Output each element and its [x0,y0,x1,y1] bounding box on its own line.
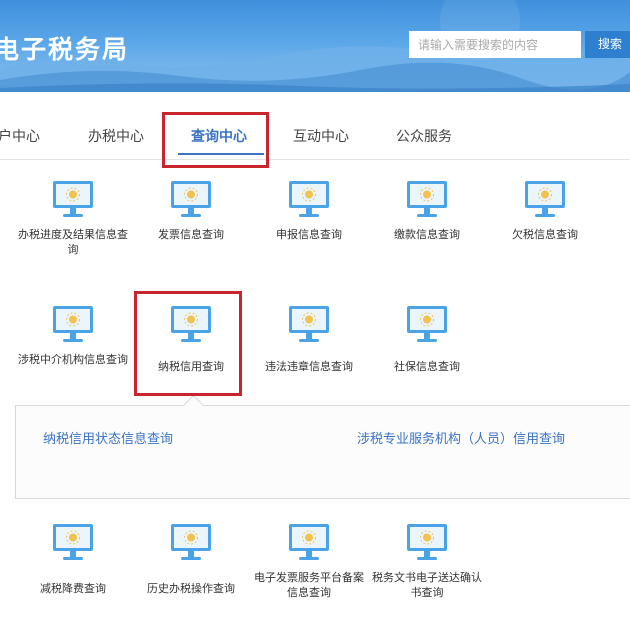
tab-public-services[interactable]: 公众服务 [396,126,452,146]
monitor-icon [171,524,211,560]
tile-label: 减税降费查询 [40,582,106,595]
query-tile-arrears[interactable]: 欠税信息查询 [487,180,603,242]
tax-credit-highlight-box [134,291,242,396]
monitor-icon [53,524,93,560]
monitor-icon [525,181,565,217]
search-button[interactable]: 搜索 [585,31,630,58]
query-tile-invoice[interactable]: 发票信息查询 [133,180,249,242]
monitor-icon [407,524,447,560]
credit-status-query-link[interactable]: 纳税信用状态信息查询 [43,428,173,447]
search-input[interactable] [409,31,581,58]
monitor-icon [407,181,447,217]
site-title: 电子税务局 [0,35,130,64]
subpanel-pointer [182,394,205,417]
query-tile-agency[interactable]: 涉税中介机构信息查询 [15,305,131,367]
tab-interaction-center[interactable]: 互动中心 [293,126,349,146]
tile-label: 社保信息查询 [394,360,460,373]
monitor-icon [53,181,93,217]
monitor-icon [407,306,447,342]
monitor-icon [53,306,93,342]
tile-label: 历史办税操作查询 [147,582,235,595]
query-tile-tax-reduction[interactable]: 减税降费查询 [15,523,131,596]
agency-credit-query-link[interactable]: 涉税专业服务机构（人员）信用查询 [357,428,565,447]
monitor-icon [289,524,329,560]
query-tile-violations[interactable]: 违法违章信息查询 [251,305,367,374]
tile-label: 违法违章信息查询 [265,360,353,373]
tax-credit-subpanel: 纳税信用状态信息查询 涉税专业服务机构（人员）信用查询 [15,394,630,499]
tile-label: 申报信息查询 [276,228,342,241]
tab-bar: 户中心 办税中心 查询中心 互动中心 公众服务 [0,110,630,160]
monitor-icon [289,306,329,342]
monitor-icon [171,181,211,217]
tile-label: 电子发票服务平台备案信息查询 [254,571,364,599]
query-tile-e-delivery[interactable]: 税务文书电子送达确认书查询 [369,523,485,600]
tile-label: 涉税中介机构信息查询 [18,353,128,366]
monitor-icon [289,181,329,217]
tile-label: 缴款信息查询 [394,228,460,241]
header-banner: 电子税务局 搜索 [0,0,630,92]
query-tile-social-security[interactable]: 社保信息查询 [369,305,485,374]
query-tile-payment[interactable]: 缴款信息查询 [369,180,485,242]
query-center-highlight-box [162,112,269,168]
query-tile-declaration[interactable]: 申报信息查询 [251,180,367,242]
tile-label: 税务文书电子送达确认书查询 [372,571,482,599]
query-tile-progress[interactable]: 办税进度及结果信息查询 [15,180,131,257]
query-tile-e-invoice-filing[interactable]: 电子发票服务平台备案信息查询 [251,523,367,600]
tile-label: 欠税信息查询 [512,228,578,241]
tab-tax-center[interactable]: 办税中心 [88,126,144,146]
tab-divider [0,159,630,160]
tab-user-center[interactable]: 户中心 [0,126,40,146]
tile-label: 办税进度及结果信息查询 [18,228,128,256]
tile-label: 发票信息查询 [158,228,224,241]
query-tile-history[interactable]: 历史办税操作查询 [133,523,249,596]
